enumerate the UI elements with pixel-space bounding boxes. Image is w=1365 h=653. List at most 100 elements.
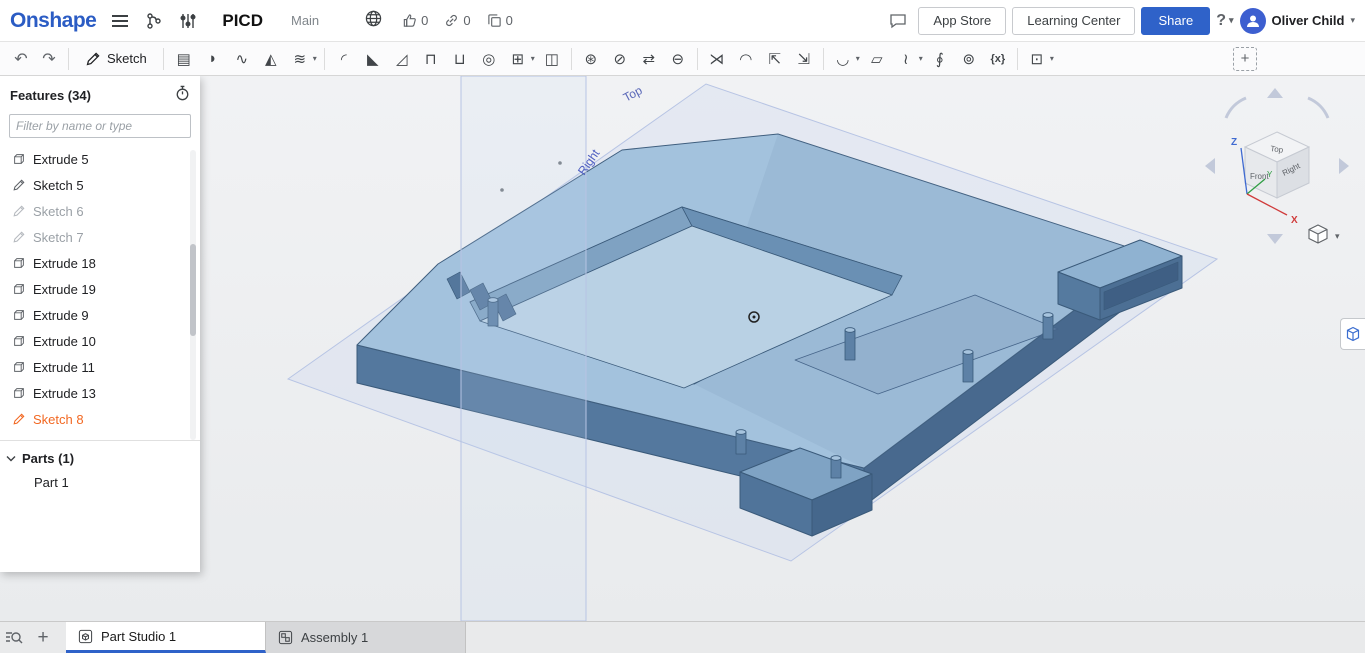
likes-count[interactable]: 0 — [402, 13, 428, 28]
tool-extrude[interactable]: ▤ — [170, 46, 198, 72]
feature-item[interactable]: Sketch 6 — [0, 198, 200, 224]
tool-sweep[interactable]: ∿ — [228, 46, 256, 72]
tool-mirror[interactable]: ◫ — [538, 46, 566, 72]
view-rotate-up-arrow[interactable] — [1267, 88, 1283, 98]
view-roll-right-arrow[interactable] — [1307, 96, 1330, 119]
workspace-branch[interactable]: Main — [291, 13, 319, 28]
tool-offset-surface[interactable]: ◡ ▾ — [829, 46, 862, 72]
part-item[interactable]: Part 1 — [0, 471, 200, 493]
assembly-tab-icon — [278, 630, 293, 645]
feature-item[interactable]: Extrude 11 — [0, 354, 200, 380]
undo-button[interactable]: ↶ — [8, 45, 34, 73]
feature-list-scrollbar-thumb[interactable] — [190, 244, 196, 336]
toolbar-divider — [68, 47, 69, 70]
feature-item-label: Extrude 9 — [33, 307, 89, 323]
tool-project-curve[interactable]: ⊚ — [955, 46, 983, 72]
insert-custom-feature-button[interactable]: + — [1233, 46, 1257, 71]
parts-title: Parts (1) — [22, 450, 75, 466]
comments-button[interactable] — [884, 7, 912, 35]
feature-item[interactable]: Extrude 19 — [0, 276, 200, 302]
feature-item-label: Sketch 6 — [33, 203, 84, 219]
chevron-down-icon: ▾ — [1228, 15, 1234, 25]
tool-rib[interactable]: ⊓ — [417, 46, 445, 72]
tab-manager-button[interactable] — [0, 624, 28, 652]
app-store-button[interactable]: App Store — [918, 6, 1007, 35]
feature-item[interactable]: Sketch 7 — [0, 224, 200, 250]
view-rotate-left-arrow[interactable] — [1205, 158, 1215, 174]
tab-part-studio-1[interactable]: Part Studio 1 — [66, 622, 266, 653]
tool-chamfer[interactable]: ◣ — [359, 46, 387, 72]
tool-plane[interactable]: ▱ — [863, 46, 891, 72]
view-rotate-right-arrow[interactable] — [1339, 158, 1349, 174]
versions-history-button[interactable] — [140, 7, 168, 35]
right-panel-flyout-button[interactable] — [1340, 318, 1365, 350]
feature-filter-input[interactable] — [9, 114, 191, 138]
links-count[interactable]: 0 — [444, 13, 471, 28]
right-plane[interactable] — [460, 76, 587, 621]
feature-item[interactable]: Extrude 10 — [0, 328, 200, 354]
tool-move-face[interactable]: ⇱ — [761, 46, 789, 72]
feature-item[interactable]: Sketch 8 — [0, 406, 200, 432]
tool-linear-pattern[interactable]: ⊞ ▾ — [504, 46, 537, 72]
tool-thicken[interactable]: ≋ ▾ — [286, 46, 319, 72]
parts-section-header[interactable]: Parts (1) — [0, 445, 200, 471]
sketch-button[interactable]: Sketch — [75, 45, 157, 73]
top-header: Onshape PICD Main 0 0 0 App Store Learni… — [0, 0, 1365, 42]
view-rotate-down-arrow[interactable] — [1267, 234, 1283, 244]
add-tab-button[interactable]: + — [28, 627, 58, 649]
panel-divider — [0, 440, 200, 441]
tool-modify-fillet[interactable]: ◠ — [732, 46, 760, 72]
feature-item[interactable]: Extrude 9 — [0, 302, 200, 328]
tool-fillet[interactable]: ◜ — [330, 46, 358, 72]
learning-center-button[interactable]: Learning Center — [1012, 6, 1136, 35]
feature-item-label: Extrude 5 — [33, 151, 89, 167]
tool-revolve[interactable]: ◗ — [199, 46, 227, 72]
offset-surface-icon: ◡ — [836, 50, 850, 68]
modify-fillet-icon: ◠ — [739, 50, 753, 68]
tool-boolean[interactable]: ⊛ — [577, 46, 605, 72]
tab-label: Assembly 1 — [301, 630, 369, 645]
part-tab-icon — [78, 629, 93, 644]
tab-assembly-1[interactable]: Assembly 1 — [266, 622, 466, 653]
tool-featurescript[interactable]: ⊡ ▾ — [1023, 46, 1056, 72]
help-menu-button[interactable]: ? ▾ — [1216, 12, 1233, 30]
tool-composite-curve[interactable]: ≀ ▾ — [892, 46, 925, 72]
extrude-feature-icon — [12, 152, 26, 166]
view-mode-button[interactable]: ▾ — [1308, 224, 1340, 244]
document-properties-button[interactable] — [174, 7, 202, 35]
onshape-logo[interactable]: Onshape — [10, 9, 97, 33]
tool-replace-face[interactable]: ⇲ — [790, 46, 818, 72]
tool-draft[interactable]: ◿ — [388, 46, 416, 72]
feature-item[interactable]: Extrude 5 — [0, 146, 200, 172]
composite-curve-icon: ≀ — [902, 50, 909, 68]
tool-split[interactable]: ⊘ — [606, 46, 634, 72]
extrude-feature-icon — [12, 386, 26, 400]
tool-hole[interactable]: ◎ — [475, 46, 503, 72]
tool-helix[interactable]: ∮ — [926, 46, 954, 72]
tool-shell[interactable]: ⊔ — [446, 46, 474, 72]
tool-loft[interactable]: ◭ — [257, 46, 285, 72]
plus-icon: + — [37, 626, 49, 648]
tool-trim[interactable]: ⋊ — [703, 46, 731, 72]
copies-count[interactable]: 0 — [487, 13, 513, 28]
trim-icon: ⋊ — [709, 50, 725, 68]
tool-transform[interactable]: ⇄ — [635, 46, 663, 72]
redo-button[interactable]: ↷ — [36, 45, 62, 73]
public-globe-icon[interactable] — [365, 10, 382, 32]
replace-face-icon: ⇲ — [797, 50, 811, 68]
tool-delete-part[interactable]: ⊖ — [664, 46, 692, 72]
feature-item-clipped[interactable] — [0, 432, 200, 438]
feature-item[interactable]: Sketch 5 — [0, 172, 200, 198]
view-roll-left-arrow[interactable] — [1224, 96, 1247, 119]
sweep-icon: ∿ — [235, 50, 249, 68]
tool-variable[interactable]: {x} — [984, 46, 1012, 72]
feature-item[interactable]: Extrude 13 — [0, 380, 200, 406]
feature-item[interactable]: Extrude 18 — [0, 250, 200, 276]
main-menu-button[interactable] — [106, 7, 134, 35]
graphics-area[interactable]: Top Right Top Front Right Z Y X ▾ — [0, 76, 1365, 621]
regeneration-timer-icon[interactable] — [175, 85, 190, 106]
sketch-feature-icon — [12, 412, 26, 426]
user-menu[interactable]: Oliver Child ▾ — [1239, 7, 1355, 34]
project-curve-icon: ⊚ — [962, 50, 976, 68]
share-button[interactable]: Share — [1141, 6, 1211, 35]
